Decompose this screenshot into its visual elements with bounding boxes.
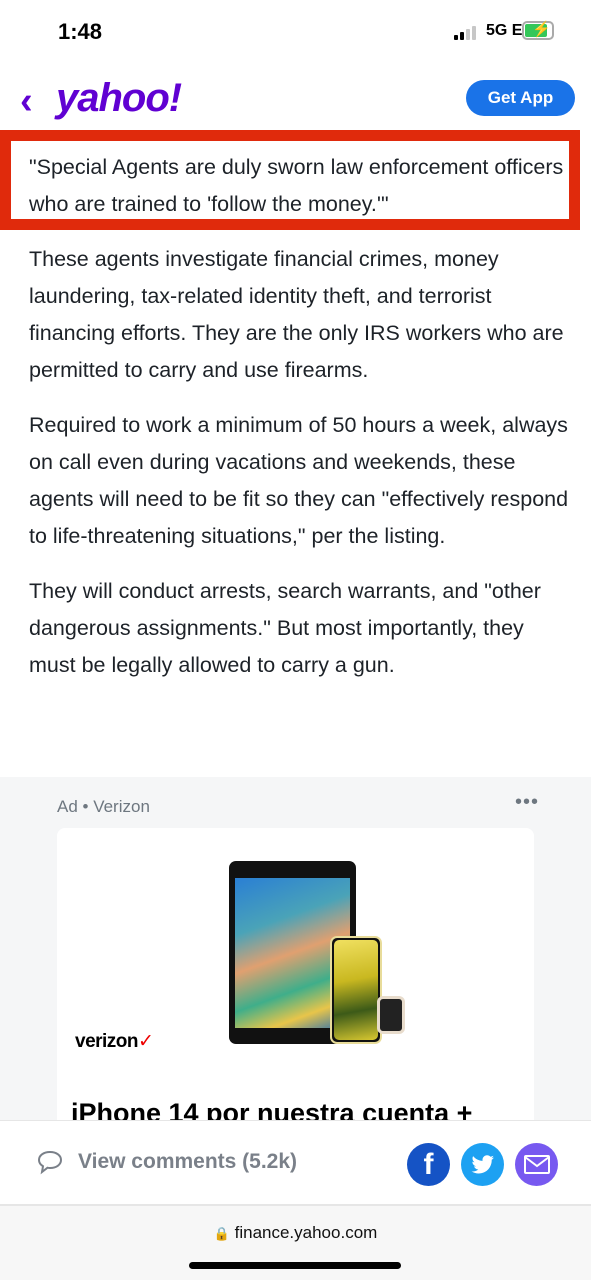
highlighted-quote-box: "Special Agents are duly sworn law enfor… bbox=[0, 130, 580, 230]
bottom-action-bar: View comments (5.2k) f bbox=[0, 1120, 591, 1206]
site-header: ‹ yahoo! Get App bbox=[0, 64, 591, 132]
lock-icon: 🔒 bbox=[213, 1226, 230, 1241]
view-comments-label: View comments (5.2k) bbox=[78, 1150, 298, 1173]
ad-label: Ad • Verizon bbox=[57, 797, 150, 816]
article-paragraph: Required to work a minimum of 50 hours a… bbox=[29, 413, 569, 548]
ad-section: Ad • Verizon ••• verizon✓ iPhone 14 por … bbox=[0, 777, 591, 1148]
comment-icon bbox=[37, 1150, 63, 1175]
ad-card[interactable]: verizon✓ iPhone 14 por nuestra cuenta + bbox=[57, 828, 534, 1148]
article-paragraph: They will conduct arrests, search warran… bbox=[29, 579, 541, 677]
verizon-logo: verizon✓ bbox=[75, 1031, 154, 1052]
status-bar: 1:48 5G E ⚡ bbox=[0, 0, 591, 64]
yahoo-logo[interactable]: yahoo! bbox=[56, 76, 182, 121]
chevron-left-icon[interactable]: ‹ bbox=[20, 80, 33, 123]
email-share-button[interactable] bbox=[515, 1143, 558, 1186]
email-icon bbox=[523, 1155, 550, 1174]
twitter-share-button[interactable] bbox=[461, 1143, 504, 1186]
signal-icon bbox=[454, 24, 476, 40]
twitter-icon bbox=[471, 1154, 494, 1173]
clock: 1:48 bbox=[58, 19, 103, 44]
network-type: 5G E bbox=[486, 22, 523, 39]
article-body: These agents investigate financial crime… bbox=[29, 241, 569, 702]
get-app-button[interactable]: Get App bbox=[466, 80, 575, 116]
highlighted-quote: "Special Agents are duly sworn law enfor… bbox=[29, 155, 564, 216]
more-dots-icon[interactable]: ••• bbox=[515, 791, 539, 814]
article-paragraph: These agents investigate financial crime… bbox=[29, 247, 564, 382]
facebook-share-button[interactable]: f bbox=[407, 1143, 450, 1186]
url-text: finance.yahoo.com bbox=[234, 1223, 378, 1242]
home-indicator[interactable] bbox=[189, 1262, 401, 1269]
battery-icon: ⚡ bbox=[522, 21, 554, 40]
view-comments-button[interactable]: View comments (5.2k) bbox=[36, 1149, 297, 1175]
watch-image bbox=[377, 996, 405, 1034]
iphone-image bbox=[330, 936, 382, 1044]
facebook-icon: f bbox=[423, 1147, 434, 1181]
browser-url-bar[interactable]: 🔒 finance.yahoo.com bbox=[0, 1206, 591, 1280]
